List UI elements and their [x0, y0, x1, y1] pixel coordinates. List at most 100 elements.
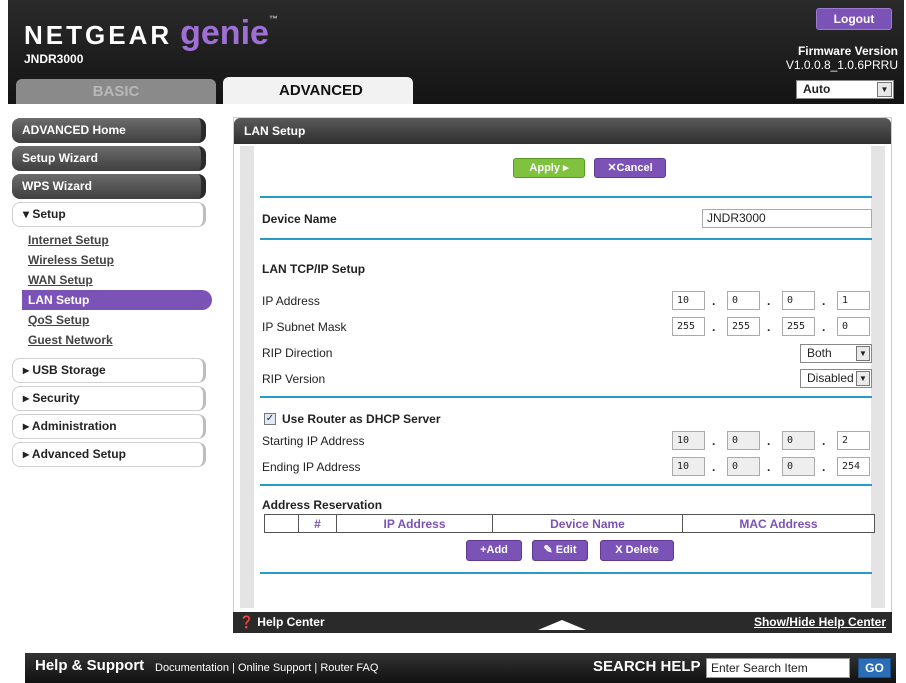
end-ip-octet-4[interactable]: 254: [837, 457, 870, 476]
column-header-device-name: Device Name: [492, 514, 683, 533]
dot-separator: .: [767, 320, 771, 334]
rip-version-label: RIP Version: [262, 372, 326, 386]
footer-bar: Help & Support Documentation | Online Su…: [25, 653, 896, 683]
footer-link-documentation[interactable]: Documentation: [155, 662, 229, 674]
sidebar-item-guest-network[interactable]: Guest Network: [28, 330, 208, 350]
add-button[interactable]: +Add: [466, 540, 522, 561]
sidebar-section-security[interactable]: ▸ Security: [12, 386, 206, 411]
delete-button[interactable]: X Delete: [600, 540, 674, 561]
ip-address-octet-3[interactable]: 0: [782, 291, 815, 310]
search-help-label: SEARCH HELP: [593, 658, 701, 675]
language-select[interactable]: Auto ▼: [796, 80, 894, 99]
column-header-select: [264, 514, 299, 533]
sidebar-section-advanced-setup[interactable]: ▸ Advanced Setup: [12, 442, 206, 467]
subnet-octet-3[interactable]: 255: [782, 317, 815, 336]
divider: [260, 238, 872, 240]
start-ip-octet-2[interactable]: 0: [727, 431, 760, 450]
search-input[interactable]: Enter Search Item: [706, 658, 850, 678]
help-center-link[interactable]: ❓ Help Center: [239, 612, 325, 633]
device-name-label: Device Name: [262, 212, 337, 226]
subnet-octet-4[interactable]: 0: [837, 317, 870, 336]
logout-button[interactable]: Logout: [816, 8, 892, 30]
sidebar-item-advanced-home[interactable]: ADVANCED Home: [12, 118, 206, 143]
start-ip-octet-4[interactable]: 2: [837, 431, 870, 450]
sidebar-item-wan-setup[interactable]: WAN Setup: [28, 270, 208, 290]
help-center-bar: ❓ Help Center Show/Hide Help Center: [233, 612, 892, 633]
dot-separator: .: [712, 294, 716, 308]
chevron-down-icon: ▼: [856, 371, 870, 386]
end-ip-octet-2[interactable]: 0: [727, 457, 760, 476]
column-header-ip-address: IP Address: [336, 514, 493, 533]
sidebar-item-wireless-setup[interactable]: Wireless Setup: [28, 250, 208, 270]
sidebar-section-administration[interactable]: ▸ Administration: [12, 414, 206, 439]
tab-advanced[interactable]: ADVANCED: [223, 77, 413, 104]
sidebar-section-usb-storage[interactable]: ▸ USB Storage: [12, 358, 206, 383]
firmware-version-value: V1.0.0.8_1.0.6PRRU: [785, 58, 898, 72]
show-hide-help-center-link[interactable]: Show/Hide Help Center: [754, 612, 886, 633]
logo-netgear-text: NETGEAR: [24, 20, 173, 50]
starting-ip-label: Starting IP Address: [262, 434, 365, 448]
language-select-value: Auto: [803, 82, 831, 96]
start-ip-octet-3[interactable]: 0: [782, 431, 815, 450]
ip-address-label: IP Address: [262, 294, 320, 308]
sidebar-item-wps-wizard[interactable]: WPS Wizard: [12, 174, 206, 199]
cancel-button[interactable]: ✕Cancel: [594, 158, 666, 178]
firmware-version-label: Firmware Version: [797, 44, 898, 58]
sidebar-item-qos-setup[interactable]: QoS Setup: [28, 310, 208, 330]
dot-separator: .: [767, 460, 771, 474]
divider: [260, 484, 872, 486]
dot-separator: .: [767, 294, 771, 308]
chevron-down-icon: ▼: [877, 82, 892, 97]
content-panel: LAN Setup Apply ▸ ✕Cancel Device Name JN…: [233, 117, 892, 633]
start-ip-octet-1[interactable]: 10: [672, 431, 705, 450]
logo-tm: ™: [268, 14, 278, 24]
device-name-input[interactable]: JNDR3000: [702, 209, 872, 228]
sidebar-item-internet-setup[interactable]: Internet Setup: [28, 230, 208, 250]
rip-version-value: Disabled: [807, 371, 854, 385]
footer-link-online-support[interactable]: Online Support: [238, 662, 311, 674]
subnet-octet-2[interactable]: 255: [727, 317, 760, 336]
divider: [260, 396, 872, 398]
dot-separator: .: [822, 434, 826, 448]
sidebar-section-setup[interactable]: ▾ Setup: [12, 202, 206, 227]
dot-separator: .: [712, 320, 716, 334]
dot-separator: .: [712, 434, 716, 448]
footer-link-router-faq[interactable]: Router FAQ: [320, 662, 378, 674]
chevron-down-icon: ▼: [856, 346, 870, 361]
rip-direction-select[interactable]: Both ▼: [800, 344, 872, 363]
header-bar: NETGEAR genie™ JNDR3000 Logout Firmware V…: [8, 0, 904, 104]
dhcp-server-checkbox[interactable]: ✓: [264, 413, 276, 425]
rip-version-select[interactable]: Disabled ▼: [800, 369, 872, 388]
content-inner: Apply ▸ ✕Cancel Device Name JNDR3000 LAN…: [240, 146, 885, 608]
dot-separator: .: [767, 434, 771, 448]
lan-tcpip-title: LAN TCP/IP Setup: [262, 262, 366, 276]
ip-address-octet-2[interactable]: 0: [727, 291, 760, 310]
edit-button[interactable]: ✎ Edit: [532, 540, 588, 561]
sidebar-nav: ADVANCED Home Setup Wizard WPS Wizard ▾ …: [8, 118, 212, 470]
apply-button[interactable]: Apply ▸: [513, 158, 585, 178]
ip-address-octet-1[interactable]: 10: [672, 291, 705, 310]
end-ip-octet-1[interactable]: 10: [672, 457, 705, 476]
help-center-label: Help Center: [257, 615, 325, 629]
sidebar-item-setup-wizard[interactable]: Setup Wizard: [12, 146, 206, 171]
dot-separator: .: [822, 460, 826, 474]
tab-basic[interactable]: BASIC: [16, 79, 216, 104]
netgear-genie-logo: NETGEAR genie™: [24, 14, 278, 53]
subnet-octet-1[interactable]: 255: [672, 317, 705, 336]
dhcp-server-label: Use Router as DHCP Server: [282, 412, 441, 426]
footer-links: Documentation | Online Support | Router …: [155, 662, 379, 674]
dot-separator: .: [712, 460, 716, 474]
model-name: JNDR3000: [24, 52, 84, 66]
help-icon: ❓: [239, 615, 258, 629]
sidebar-item-lan-setup[interactable]: LAN Setup: [22, 290, 212, 310]
ip-address-octet-4[interactable]: 1: [837, 291, 870, 310]
column-header-number: #: [298, 514, 337, 533]
address-reservation-table: # IP Address Device Name MAC Address: [264, 514, 875, 533]
lan-setup-form: Apply ▸ ✕Cancel Device Name JNDR3000 LAN…: [254, 146, 875, 608]
page-title: LAN Setup: [234, 118, 891, 144]
rip-direction-label: RIP Direction: [262, 346, 333, 360]
divider: [260, 196, 872, 198]
go-button[interactable]: GO: [858, 658, 891, 678]
end-ip-octet-3[interactable]: 0: [782, 457, 815, 476]
collapse-triangle-icon[interactable]: [538, 620, 586, 630]
